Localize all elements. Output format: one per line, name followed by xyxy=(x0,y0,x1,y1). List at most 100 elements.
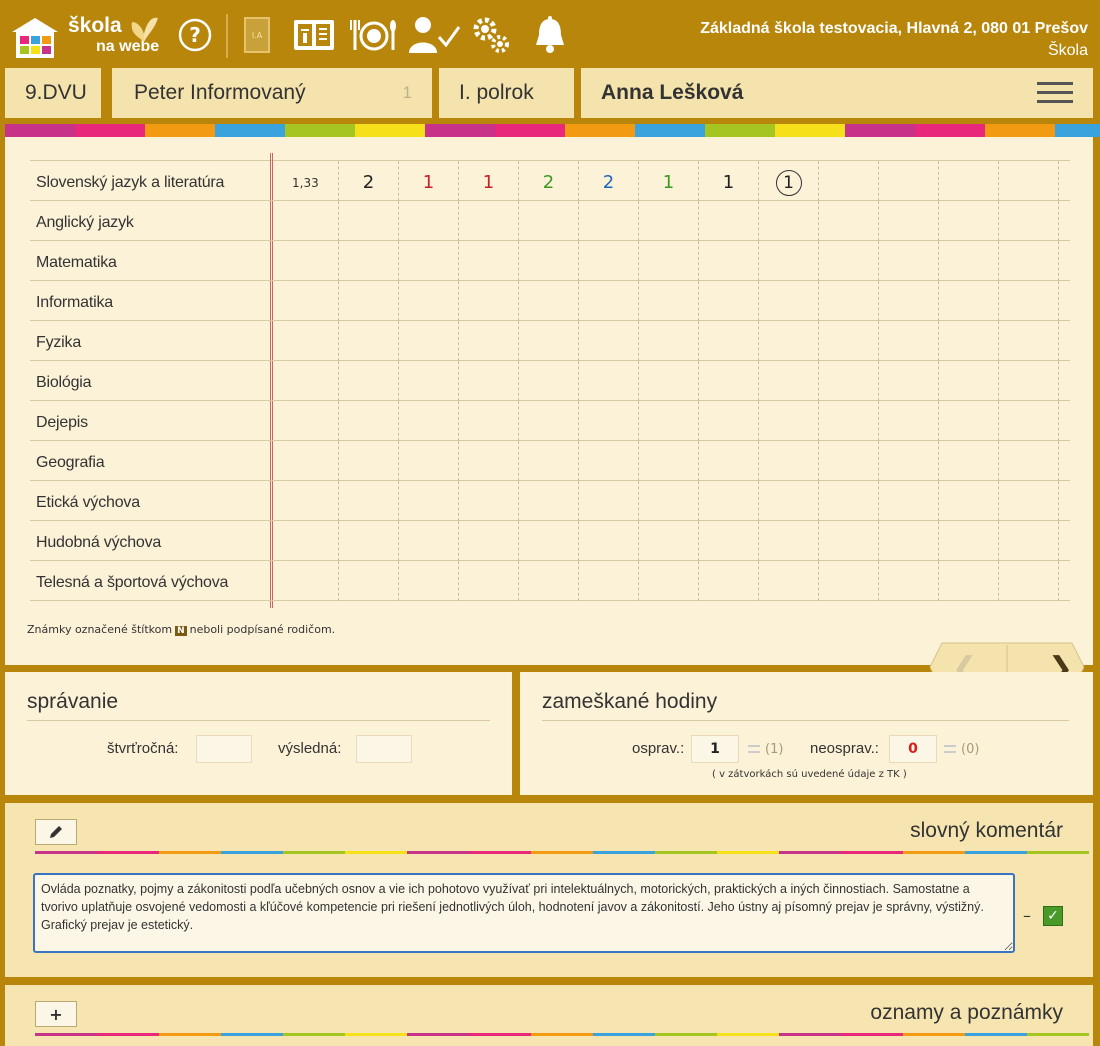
grade-cell[interactable] xyxy=(638,401,698,441)
class-selector[interactable]: 9.DVU xyxy=(5,68,101,118)
grade-cell[interactable] xyxy=(698,241,758,281)
grade-cell[interactable] xyxy=(1058,441,1100,481)
subject-row[interactable]: Fyzika xyxy=(30,321,1070,361)
grade-cell[interactable] xyxy=(878,361,938,401)
grade-cell[interactable] xyxy=(758,321,818,361)
grade-cell[interactable]: 1 xyxy=(638,161,698,201)
grade-cell[interactable] xyxy=(638,361,698,401)
grade-cell[interactable] xyxy=(758,561,818,601)
grade-cell[interactable] xyxy=(818,401,878,441)
grade-cell[interactable] xyxy=(518,561,578,601)
grade-cell[interactable] xyxy=(458,321,518,361)
grade-cell[interactable] xyxy=(578,361,638,401)
grade-cell[interactable] xyxy=(638,521,698,561)
grade-cell[interactable] xyxy=(518,521,578,561)
grade-cell[interactable] xyxy=(518,201,578,241)
grade-cell[interactable] xyxy=(518,321,578,361)
grade-cell[interactable] xyxy=(518,281,578,321)
subject-row[interactable]: Anglický jazyk xyxy=(30,201,1070,241)
grade-cell[interactable] xyxy=(938,161,998,201)
grade-cell[interactable] xyxy=(938,561,998,601)
grade-cell[interactable] xyxy=(758,481,818,521)
grade-cell[interactable] xyxy=(878,561,938,601)
grade-cell[interactable] xyxy=(398,521,458,561)
grade-cell[interactable] xyxy=(998,441,1058,481)
teacher-check-icon[interactable] xyxy=(406,14,462,56)
grade-cell[interactable]: 1 xyxy=(758,161,818,201)
grade-cell[interactable] xyxy=(398,481,458,521)
comment-textarea[interactable]: Ovláda poznatky, pojmy a zákonitosti pod… xyxy=(33,873,1015,953)
grade-cell[interactable] xyxy=(458,521,518,561)
grade-cell[interactable] xyxy=(878,401,938,441)
grade-cell[interactable] xyxy=(578,441,638,481)
hamburger-menu-icon[interactable] xyxy=(1037,82,1073,104)
subject-row[interactable]: Biológia xyxy=(30,361,1070,401)
grade-cell[interactable] xyxy=(1058,521,1100,561)
grade-cell[interactable] xyxy=(1058,201,1100,241)
grade-cell[interactable] xyxy=(338,201,398,241)
edit-comment-button[interactable] xyxy=(35,819,77,845)
grade-cell[interactable]: 2 xyxy=(518,161,578,201)
grade-cell[interactable] xyxy=(458,441,518,481)
grade-cell[interactable] xyxy=(638,441,698,481)
add-note-button[interactable]: + xyxy=(35,1001,77,1027)
grade-cell[interactable] xyxy=(398,321,458,361)
grade-cell[interactable] xyxy=(818,481,878,521)
subject-row[interactable]: Etická výchova xyxy=(30,481,1070,521)
grade-cell[interactable] xyxy=(338,481,398,521)
grade-cell[interactable] xyxy=(758,241,818,281)
grade-cell[interactable] xyxy=(698,361,758,401)
grade-cell[interactable] xyxy=(818,161,878,201)
subject-row[interactable]: Dejepis xyxy=(30,401,1070,441)
grade-cell[interactable] xyxy=(1058,481,1100,521)
grade-cell[interactable] xyxy=(698,441,758,481)
student-selector[interactable]: Anna Lešková xyxy=(581,68,1093,118)
grade-cell[interactable] xyxy=(1058,361,1100,401)
grade-cell[interactable] xyxy=(518,441,578,481)
grade-cell[interactable] xyxy=(938,321,998,361)
grade-cell[interactable] xyxy=(398,441,458,481)
grade-cell[interactable] xyxy=(638,281,698,321)
grade-cell[interactable] xyxy=(338,361,398,401)
grade-cell[interactable] xyxy=(338,441,398,481)
unexcused-hours-input[interactable]: 0 xyxy=(889,735,937,763)
grade-cell[interactable] xyxy=(818,561,878,601)
grade-cell[interactable] xyxy=(398,561,458,601)
grade-cell[interactable] xyxy=(458,481,518,521)
grade-cell[interactable] xyxy=(938,281,998,321)
grade-cell[interactable] xyxy=(518,241,578,281)
grade-cell[interactable] xyxy=(818,201,878,241)
grade-cell[interactable] xyxy=(758,441,818,481)
grade-cell[interactable] xyxy=(578,561,638,601)
grade-cell[interactable] xyxy=(698,321,758,361)
bell-icon[interactable] xyxy=(530,14,570,56)
grade-cell[interactable] xyxy=(1058,241,1100,281)
grade-cell[interactable] xyxy=(818,521,878,561)
grade-cell[interactable] xyxy=(878,241,938,281)
grade-cell[interactable] xyxy=(818,241,878,281)
grade-cell[interactable] xyxy=(518,361,578,401)
grade-cell[interactable] xyxy=(938,361,998,401)
grade-cell[interactable] xyxy=(578,241,638,281)
grade-cell[interactable] xyxy=(998,201,1058,241)
grade-cell[interactable] xyxy=(878,321,938,361)
grade-cell[interactable] xyxy=(458,201,518,241)
grade-cell[interactable] xyxy=(878,161,938,201)
grade-cell[interactable] xyxy=(638,241,698,281)
grade-cell[interactable] xyxy=(338,401,398,441)
grade-cell[interactable] xyxy=(938,201,998,241)
grade-cell[interactable] xyxy=(398,401,458,441)
grade-cell[interactable] xyxy=(818,281,878,321)
grade-cell[interactable] xyxy=(338,241,398,281)
confirm-comment-checkbox[interactable]: ✓ xyxy=(1043,906,1063,926)
grade-cell[interactable] xyxy=(938,241,998,281)
grade-cell[interactable] xyxy=(758,361,818,401)
class-book-icon[interactable]: I.A xyxy=(242,14,272,56)
help-icon[interactable]: ? xyxy=(177,14,213,56)
grade-cell[interactable] xyxy=(878,281,938,321)
grade-cell[interactable] xyxy=(938,401,998,441)
grade-cell[interactable] xyxy=(758,521,818,561)
subject-row[interactable]: Hudobná výchova xyxy=(30,521,1070,561)
grade-cell[interactable] xyxy=(998,401,1058,441)
grade-cell[interactable] xyxy=(338,321,398,361)
